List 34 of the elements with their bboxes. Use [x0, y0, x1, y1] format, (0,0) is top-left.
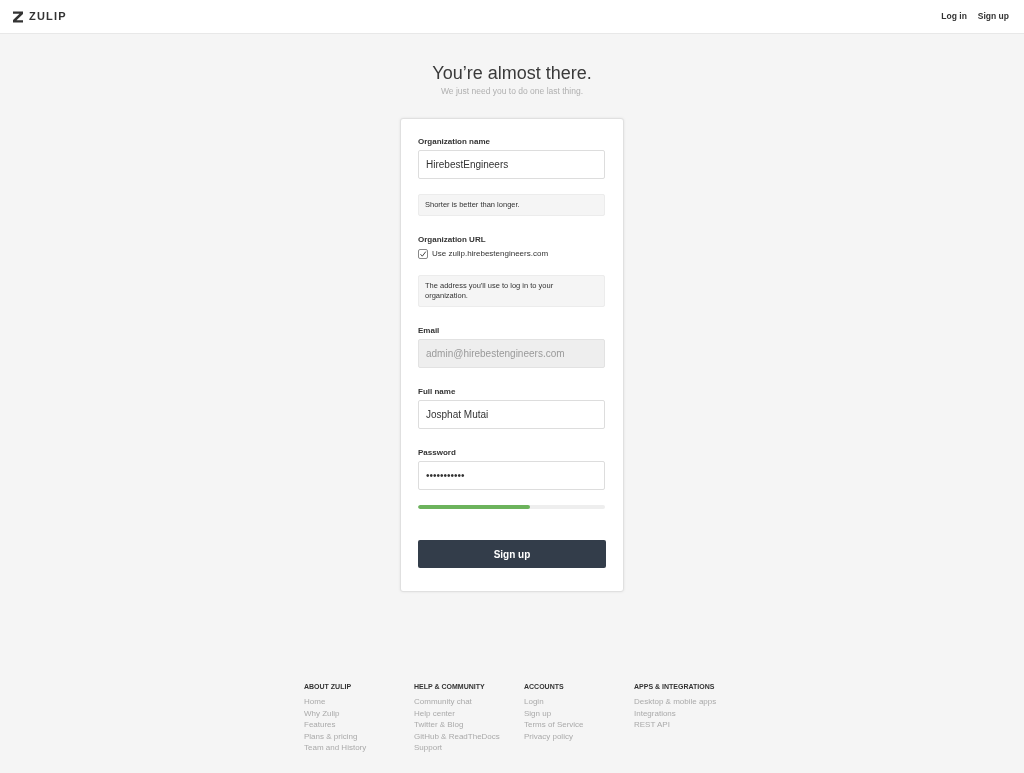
- field-label: Email: [418, 326, 441, 336]
- footer-link[interactable]: Privacy policy: [524, 730, 573, 742]
- footer-link[interactable]: REST API: [634, 719, 670, 731]
- footer-link[interactable]: Home: [304, 696, 326, 708]
- nav-link[interactable]: Log in: [941, 12, 967, 21]
- field-label: Organization URL: [418, 235, 487, 245]
- checkbox[interactable]: [418, 249, 428, 259]
- page-title: You’re almost there.: [432, 62, 592, 84]
- footer-link[interactable]: Features: [304, 719, 336, 731]
- logo-text: ZULIP: [29, 11, 67, 22]
- footer-link[interactable]: Team and History: [304, 742, 367, 754]
- footer-link[interactable]: Terms of Service: [524, 719, 584, 731]
- footer-link[interactable]: Help center: [414, 707, 455, 719]
- text-field[interactable]: Josphat Mutai: [418, 400, 605, 429]
- footer-link[interactable]: Why Zulip: [304, 707, 340, 719]
- logo-icon: [12, 10, 24, 23]
- page-subtitle: We just need you to do one last thing.: [440, 86, 584, 96]
- footer-link[interactable]: GitHub & ReadTheDocs: [414, 730, 500, 742]
- footer-link[interactable]: Plans & pricing: [304, 730, 358, 742]
- footer-link[interactable]: Integrations: [634, 707, 676, 719]
- footer-link[interactable]: Twitter & Blog: [414, 719, 464, 731]
- footer-link[interactable]: Community chat: [414, 696, 472, 708]
- sign-up-button[interactable]: Sign up: [418, 540, 606, 568]
- footer-link[interactable]: Support: [414, 742, 443, 754]
- field-label: Full name: [418, 387, 457, 397]
- footer-link[interactable]: Sign up: [524, 707, 552, 719]
- footer-link[interactable]: Desktop & mobile apps: [634, 696, 717, 708]
- nav-link[interactable]: Sign up: [977, 12, 1009, 21]
- footer-link[interactable]: Login: [524, 696, 544, 708]
- text-field[interactable]: HirebestEngineers: [418, 150, 605, 179]
- checkbox-label: Use zulip.hirebestengineers.com: [432, 250, 549, 258]
- field-label: Organization name: [418, 137, 491, 147]
- password-field[interactable]: •••••••••••: [418, 461, 605, 490]
- field-label: Password: [418, 448, 457, 458]
